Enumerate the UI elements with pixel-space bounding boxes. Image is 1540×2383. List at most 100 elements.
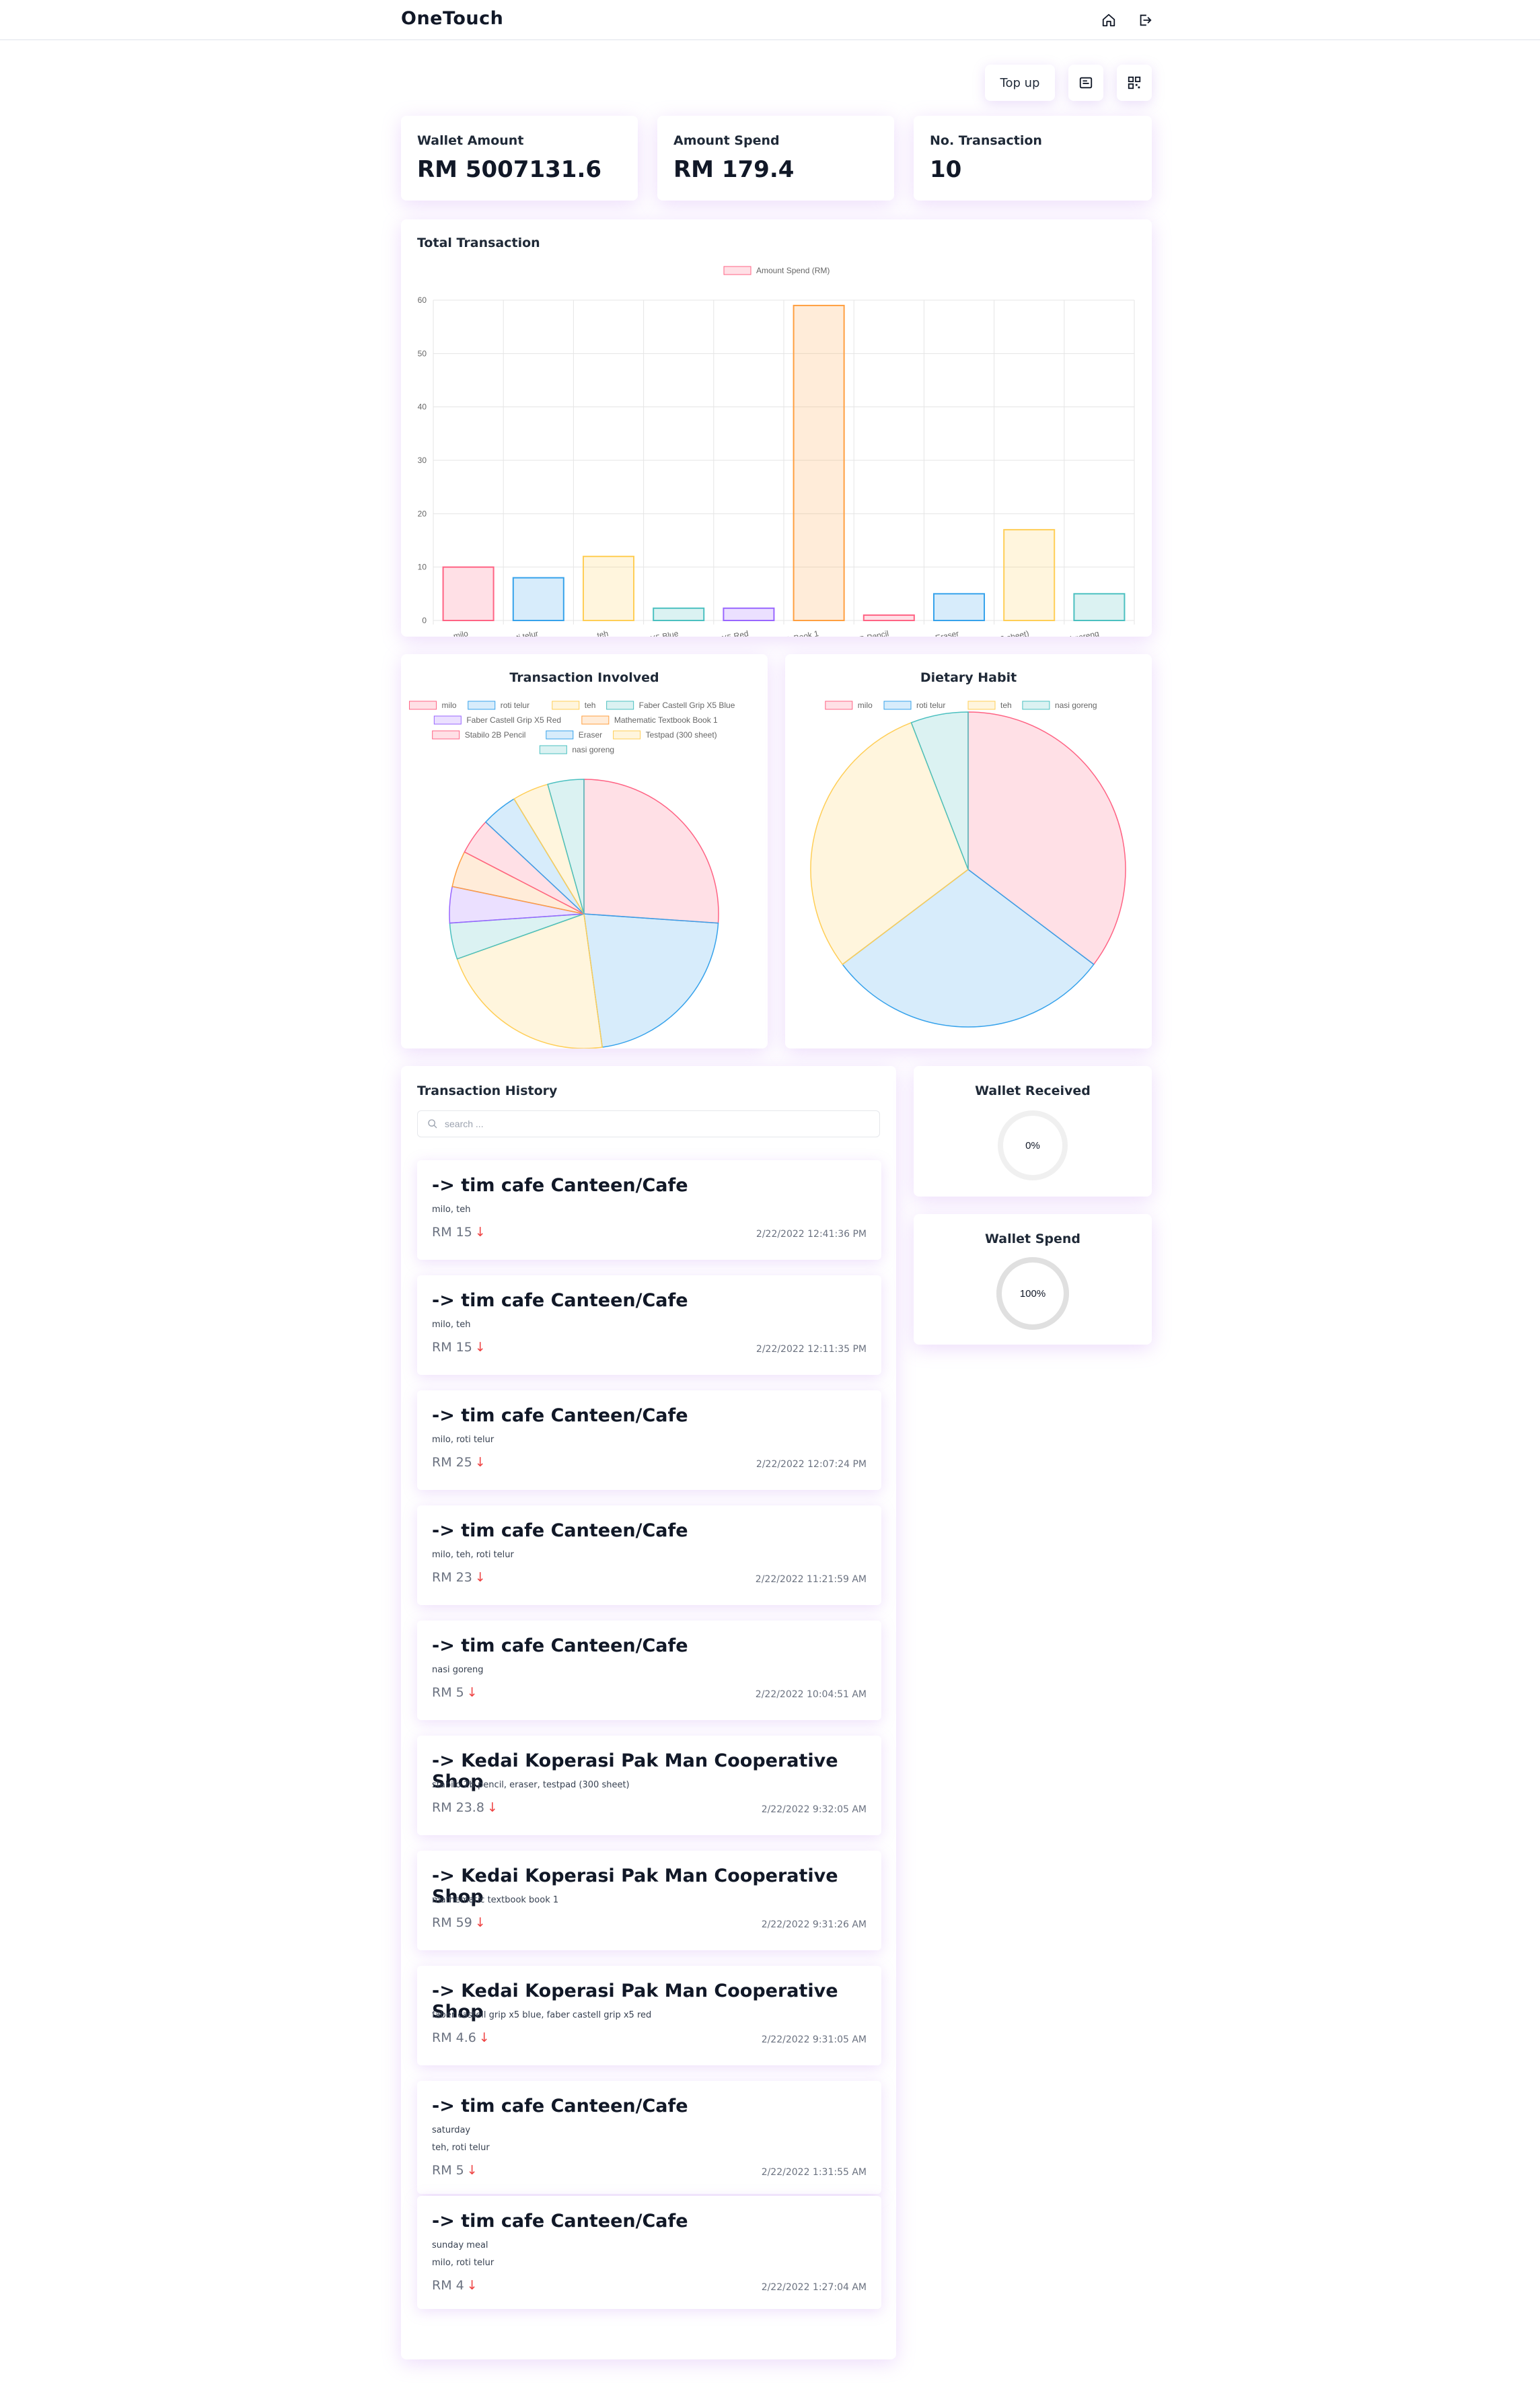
- amount-spend-value: RM 179.4: [673, 156, 795, 183]
- transaction-involved-title: Transaction Involved: [509, 670, 659, 685]
- bar: [512, 577, 564, 621]
- transaction-title: -> tim cafe Canteen/Cafe: [432, 1635, 688, 1656]
- transaction-timestamp: 2/22/2022 9:32:05 AM: [761, 1804, 867, 1815]
- bar: [1003, 529, 1056, 621]
- legend-swatch: [1022, 701, 1050, 710]
- legend-swatch: [967, 701, 996, 710]
- down-arrow-icon: ↓: [474, 1570, 486, 1585]
- transaction-item[interactable]: -> tim cafe Canteen/Cafe milo, teh, roti …: [417, 1505, 881, 1605]
- legend-swatch: [432, 730, 460, 740]
- x-tick-label: milo: [453, 629, 470, 637]
- transaction-amount: RM 5 ↓: [432, 2163, 478, 2178]
- transaction-note: saturday: [432, 2125, 471, 2135]
- transaction-count-label: No. Transaction: [930, 133, 1042, 148]
- legend-label: Amount Spend (RM): [756, 266, 830, 275]
- total-transaction-title: Total Transaction: [417, 236, 540, 250]
- legend-swatch: [613, 730, 641, 740]
- transaction-title: -> tim cafe Canteen/Cafe: [432, 1405, 688, 1426]
- dietary-habit-title: Dietary Habit: [920, 670, 1017, 685]
- transaction-involved-card: Transaction Involved milo roti telur teh Fa…: [401, 654, 768, 1048]
- transaction-amount-value: RM 59: [432, 1915, 472, 1930]
- transaction-amount-value: RM 25: [432, 1455, 472, 1470]
- y-tick-label: 10: [418, 563, 427, 572]
- bar: [723, 607, 775, 622]
- y-tick-label: 60: [418, 295, 427, 305]
- transaction-item[interactable]: -> tim cafe Canteen/Cafe saturday teh, rot…: [417, 2081, 881, 2194]
- transaction-item[interactable]: -> tim cafe Canteen/Cafe milo, teh RM 15 ↓ 2…: [417, 1275, 881, 1375]
- transaction-amount-value: RM 23: [432, 1570, 472, 1585]
- search-icon: [428, 1119, 437, 1129]
- y-tick-label: 30: [418, 456, 427, 465]
- transaction-note: sunday meal: [432, 2240, 488, 2250]
- transaction-item[interactable]: -> tim cafe Canteen/Cafe milo, roti telur…: [417, 1390, 881, 1490]
- bar: [653, 607, 705, 622]
- home-icon[interactable]: [1098, 9, 1120, 31]
- pie-legend: milo roti telur teh nasi goreng: [825, 701, 1097, 710]
- search-input[interactable]: [445, 1118, 848, 1129]
- transaction-history-card: Transaction History -> tim cafe Canteen/…: [401, 1066, 896, 2359]
- legend-label: Testpad (300 sheet): [646, 730, 717, 740]
- transaction-amount: RM 4.6 ↓: [432, 2030, 490, 2045]
- transaction-timestamp: 2/22/2022 11:21:59 AM: [755, 1574, 867, 1585]
- transaction-amount: RM 5 ↓: [432, 1685, 478, 1700]
- amount-spend-label: Amount Spend: [673, 133, 780, 148]
- legend-label: teh: [1000, 701, 1012, 710]
- down-arrow-icon: ↓: [474, 1915, 486, 1930]
- legend-label: Eraser: [579, 730, 602, 740]
- transaction-timestamp: 2/22/2022 1:31:55 AM: [761, 2167, 867, 2178]
- transaction-involved-pie: milo roti telur teh Faber Castell Grip X5 B…: [409, 701, 735, 1048]
- transaction-history-title: Transaction History: [417, 1083, 558, 1098]
- logout-icon[interactable]: [1134, 9, 1156, 31]
- transaction-note: milo, roti telur: [432, 2258, 494, 2268]
- wallet-received-percent: 0%: [1025, 1140, 1040, 1151]
- legend-swatch: [606, 701, 634, 710]
- transaction-title: -> tim cafe Canteen/Cafe: [432, 1290, 688, 1311]
- transaction-item[interactable]: -> Kedai Koperasi Pak Man Cooperative Sh…: [417, 1966, 881, 2065]
- transaction-note: nasi goreng: [432, 1665, 484, 1675]
- transaction-note: milo, teh, roti telur: [432, 1550, 514, 1560]
- transaction-item[interactable]: -> Kedai Koperasi Pak Man Cooperative Sh…: [417, 1736, 881, 1835]
- transaction-item[interactable]: -> tim cafe Canteen/Cafe sunday meal milo,…: [417, 2196, 881, 2309]
- wallet-amount-card: Wallet Amount RM 5007131.6: [401, 116, 638, 201]
- x-tick-label: teh: [596, 629, 609, 637]
- bar: [793, 304, 845, 622]
- transaction-amount: RM 23.8 ↓: [432, 1800, 498, 1815]
- transaction-amount-value: RM 5: [432, 1685, 464, 1700]
- transaction-timestamp: 2/22/2022 9:31:26 AM: [761, 1919, 867, 1930]
- bar: [442, 566, 494, 621]
- transaction-item[interactable]: -> tim cafe Canteen/Cafe nasi goreng RM 5 ↓…: [417, 1621, 881, 1720]
- legend-label: Stabilo 2B Pencil: [465, 730, 526, 740]
- bar: [582, 555, 635, 621]
- transaction-item[interactable]: -> Kedai Koperasi Pak Man Cooperative Sh…: [417, 1851, 881, 1950]
- transaction-timestamp: 2/22/2022 9:31:05 AM: [761, 2034, 867, 2045]
- legend-swatch: [581, 715, 610, 725]
- transaction-amount-value: RM 15: [432, 1340, 472, 1355]
- legend-label: teh: [585, 701, 596, 710]
- bar: [1073, 593, 1126, 622]
- receipt-button[interactable]: [1068, 65, 1103, 101]
- transaction-note: faber castell grip x5 blue, faber castel…: [432, 2010, 652, 2020]
- legend-swatch: [546, 730, 574, 740]
- legend-swatch: [552, 701, 580, 710]
- top-up-button[interactable]: Top up: [985, 65, 1055, 101]
- transaction-amount: RM 59 ↓: [432, 1915, 486, 1930]
- transaction-title: -> tim cafe Canteen/Cafe: [432, 2096, 688, 2117]
- legend-label: Mathematic Textbook Book 1: [614, 715, 718, 725]
- bar: [932, 593, 986, 622]
- x-tick-label: nasi goreng: [1057, 629, 1100, 637]
- transaction-title: -> tim cafe Canteen/Cafe: [432, 1175, 688, 1196]
- qr-code-button[interactable]: [1117, 65, 1152, 101]
- x-tick-label: Eraser: [934, 629, 959, 637]
- wallet-spend-progress: 100%: [996, 1257, 1069, 1330]
- legend-swatch: [433, 715, 462, 725]
- transaction-timestamp: 2/22/2022 12:07:24 PM: [756, 1459, 867, 1470]
- transaction-item[interactable]: -> tim cafe Canteen/Cafe milo, teh RM 15 ↓ 2…: [417, 1160, 881, 1260]
- search-box[interactable]: [417, 1110, 880, 1137]
- receipt-icon: [1079, 77, 1093, 89]
- app-brand[interactable]: OneTouch: [401, 8, 503, 29]
- legend-label: nasi goreng: [572, 745, 614, 754]
- down-arrow-icon: ↓: [466, 2278, 478, 2293]
- down-arrow-icon: ↓: [466, 2163, 478, 2178]
- dietary-habit-card: Dietary Habit milo roti telur teh nasi gore…: [785, 654, 1152, 1048]
- transaction-timestamp: 2/22/2022 12:11:35 PM: [756, 1344, 867, 1355]
